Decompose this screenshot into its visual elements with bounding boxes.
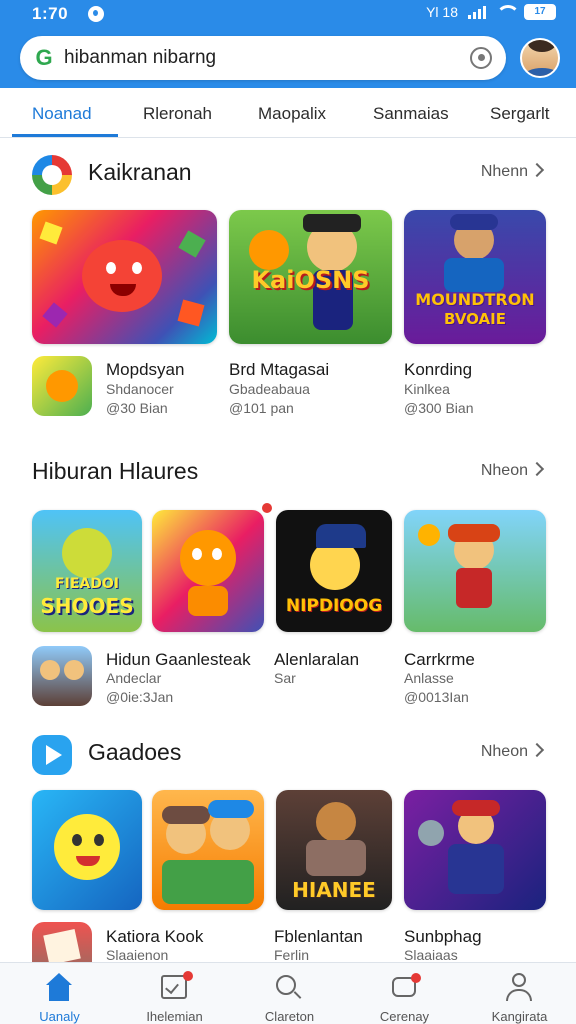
more-link[interactable]: Nheon [481, 743, 528, 761]
tile-logo-text: FIEADOI [55, 576, 119, 592]
nav-label: Kangirata [491, 1009, 548, 1024]
app-name[interactable]: Sunbphag [404, 927, 482, 947]
game-tile[interactable] [404, 790, 546, 910]
search-bar[interactable]: G hibanman nibarng [20, 36, 506, 80]
notification-badge [262, 503, 272, 513]
game-tile[interactable]: KaiOSNS [229, 210, 392, 344]
app-name[interactable]: Konrding [404, 360, 472, 380]
app-size: @300 Bian [404, 400, 474, 416]
chevron-right-icon[interactable] [529, 162, 545, 178]
signal-icon [468, 5, 486, 19]
app-size: @30 Bian [106, 400, 168, 416]
profile-icon [504, 973, 534, 1003]
app-name[interactable]: Alenlaralan [274, 650, 359, 670]
tab-bar: Noanad Rleronah Maopalix Sanmaias Sergar… [0, 88, 576, 138]
game-tile[interactable]: FIEADOI SHOOES [32, 510, 142, 632]
notification-dot-icon [88, 6, 104, 22]
app-subtitle: Slaaienon [106, 947, 169, 963]
nav-search[interactable]: Clareton [232, 963, 347, 1024]
tile-logo-text: BVOAIE [444, 310, 506, 328]
notification-badge [411, 973, 421, 983]
more-link[interactable]: Nhenn [481, 163, 528, 181]
app-name[interactable]: Carrkrme [404, 650, 475, 670]
app-subtitle: Anlasse [404, 670, 454, 686]
nav-label: Clareton [264, 1009, 315, 1024]
tab-indicator [12, 134, 118, 137]
status-icons: Yl 18 17 [426, 4, 556, 20]
nav-profile[interactable]: Kangirata [462, 963, 576, 1024]
game-tile[interactable] [152, 510, 264, 632]
status-time: 1:70 [32, 4, 69, 23]
app-icon[interactable] [32, 356, 92, 416]
chevron-right-icon[interactable] [529, 742, 545, 758]
app-name[interactable]: Fblenlantan [274, 927, 363, 947]
app-subtitle: Andeclar [106, 670, 162, 686]
tab-home[interactable]: Noanad [32, 104, 92, 124]
more-link[interactable]: Nheon [481, 462, 528, 480]
nav-home[interactable]: Uanaly [2, 963, 117, 1024]
multicolor-app-icon [32, 155, 72, 195]
section-1-header: Kaikranan Nhenn [0, 155, 576, 195]
app-subtitle: Gbadeabaua [229, 381, 310, 397]
app-subtitle: Slaaiaas [404, 947, 458, 963]
status-bar: 1:70 Yl 18 17 [0, 0, 576, 30]
search-input[interactable]: hibanman nibarng [64, 47, 216, 69]
avatar[interactable] [520, 38, 560, 78]
chevron-right-icon[interactable] [529, 461, 545, 477]
game-tile[interactable]: MOUNDTRON BVOAIE [404, 210, 546, 344]
bottom-nav: Uanaly Ihelemian Clareton Cerenay Kangir… [0, 962, 576, 1024]
game-tile[interactable] [404, 510, 546, 632]
app-subtitle: Kinlkea [404, 381, 450, 397]
tab-2[interactable]: Rleronah [143, 104, 212, 124]
status-extra: Yl 18 [426, 4, 458, 20]
play-icon [32, 735, 72, 775]
section-title: Gaadoes [88, 739, 182, 765]
tile-logo-text: NIPDIOOG [285, 596, 383, 616]
search-icon [274, 973, 304, 1003]
game-tile[interactable] [32, 210, 217, 344]
app-name[interactable]: Mopdsyan [106, 360, 184, 380]
nav-label: Cerenay [379, 1009, 430, 1024]
notification-badge [183, 971, 193, 981]
tile-logo-text: MOUNDTRON [415, 290, 535, 309]
app-name[interactable]: Brd Mtagasai [229, 360, 329, 380]
wifi-icon [496, 5, 520, 19]
app-size: @0ie:3Jan [106, 689, 174, 705]
nav-chat[interactable]: Cerenay [347, 963, 462, 1024]
tile-logo-text: SHOOES [40, 594, 134, 618]
home-icon [44, 973, 74, 1003]
section-title: Hiburan Hlaures [32, 458, 199, 484]
tab-4[interactable]: Sanmaias [373, 104, 449, 124]
section-2-header: Hiburan Hlaures Nheon [0, 454, 576, 494]
google-icon: G [35, 45, 53, 70]
tile-logo-text: KaiOSNS [251, 266, 370, 294]
app-name[interactable]: Hidun Gaanlesteak [106, 650, 251, 670]
game-tile[interactable] [32, 790, 142, 910]
section-title: Kaikranan [88, 159, 192, 185]
app-subtitle: Ferlin [274, 947, 310, 963]
tile-logo-text: HIANEE [292, 878, 376, 902]
app-name[interactable]: Katiora Kook [106, 927, 203, 947]
game-tile[interactable]: NIPDIOOG [276, 510, 392, 632]
app-icon[interactable] [32, 646, 92, 706]
tab-5[interactable]: Sergarlt [490, 104, 550, 124]
nav-checklist[interactable]: Ihelemian [117, 963, 232, 1024]
game-tile[interactable] [152, 790, 264, 910]
app-size: @101 pan [229, 400, 294, 416]
tab-3[interactable]: Maopalix [258, 104, 326, 124]
section-3-header: Gaadoes Nheon [0, 735, 576, 775]
app-subtitle: Sar [274, 670, 296, 686]
battery-icon: 17 [524, 4, 556, 20]
voice-search-icon[interactable] [470, 47, 492, 69]
app-size: @0013Ian [404, 689, 469, 705]
app-subtitle: Shdanocer [106, 381, 174, 397]
game-tile[interactable]: HIANEE [276, 790, 392, 910]
nav-label: Uanaly [39, 1009, 80, 1024]
nav-label: Ihelemian [146, 1009, 203, 1024]
